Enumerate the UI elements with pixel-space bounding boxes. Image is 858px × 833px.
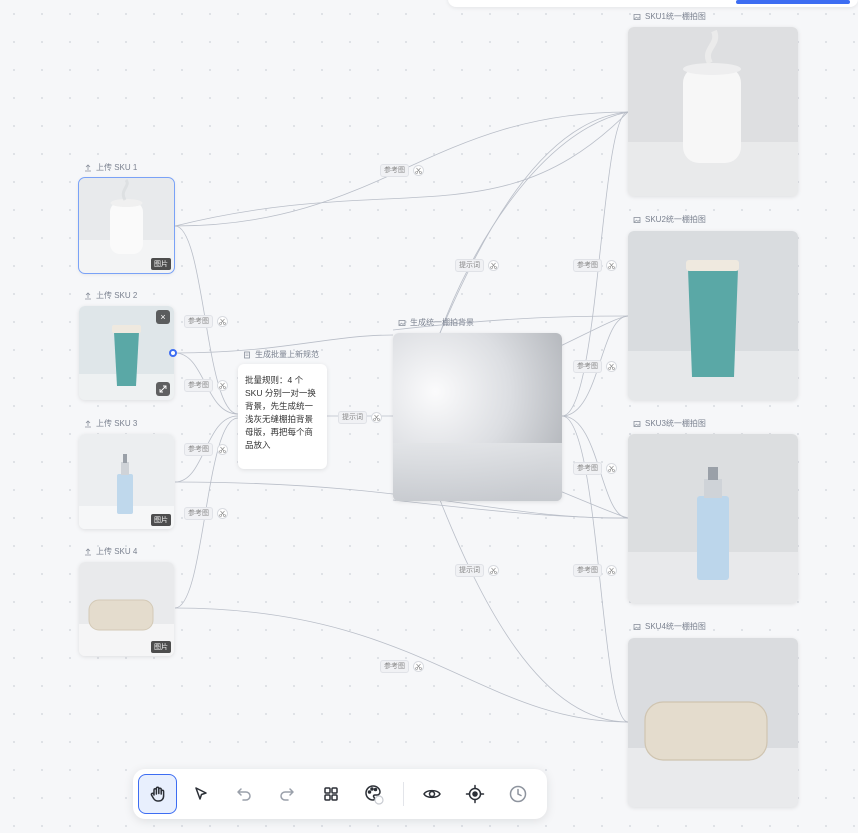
image-gen-icon <box>633 420 641 427</box>
scissors-icon[interactable] <box>606 361 617 372</box>
scissors-icon[interactable] <box>413 661 424 672</box>
speaker-image <box>628 638 798 807</box>
background-node-label: 生成统一棚拍背景 <box>398 317 474 328</box>
perfume-bottle-image <box>628 434 798 603</box>
close-icon[interactable]: × <box>156 310 170 324</box>
edge-label-ref[interactable]: 参考图 <box>380 164 424 177</box>
source-node-label: 上传 SKU 1 <box>84 162 137 173</box>
scissors-icon[interactable] <box>606 260 617 271</box>
output-image-sku1[interactable] <box>628 27 798 196</box>
expand-icon[interactable] <box>156 382 170 396</box>
image-gen-icon <box>633 13 641 20</box>
scissors-icon[interactable] <box>488 565 499 576</box>
undo-button[interactable] <box>224 774 263 814</box>
grid-icon <box>323 787 338 801</box>
hand-icon <box>150 786 164 802</box>
output-node-label: SKU4统一棚拍图 <box>633 621 706 632</box>
redo-button[interactable] <box>268 774 307 814</box>
upload-icon <box>85 419 91 427</box>
palette-icon <box>365 785 384 805</box>
edge-label-ref[interactable]: 参考图 <box>573 564 617 577</box>
edge-label-prompt[interactable]: 提示词 <box>455 259 499 272</box>
image-badge: 图片 <box>151 641 171 653</box>
upload-icon <box>85 547 91 555</box>
edge-label-ref[interactable]: 参考图 <box>184 507 228 520</box>
target-icon <box>465 784 485 804</box>
scissors-icon[interactable] <box>217 380 228 391</box>
output-node-label: SKU3统一棚拍图 <box>633 418 706 429</box>
pointer-icon <box>195 787 207 800</box>
upload-icon <box>85 291 91 299</box>
palette-button[interactable] <box>354 774 393 814</box>
humidifier-image <box>628 27 798 196</box>
locate-button[interactable] <box>456 774 495 814</box>
source-node-label: 上传 SKU 2 <box>84 290 137 301</box>
bottom-toolbar <box>133 769 547 819</box>
edge-label-ref[interactable]: 参考图 <box>380 660 424 673</box>
scissors-icon[interactable] <box>606 565 617 576</box>
redo-icon <box>280 788 295 801</box>
eye-icon <box>423 789 441 799</box>
scissors-icon[interactable] <box>217 444 228 455</box>
connection-handle[interactable] <box>169 349 177 357</box>
rule-text-node[interactable]: 批量规则：4 个 SKU 分别一对一换背景，先生成统一浅灰无缝棚拍背景母版，再把… <box>238 364 327 469</box>
clock-icon <box>510 785 527 803</box>
image-gen-icon <box>633 623 641 630</box>
image-badge: 图片 <box>151 514 171 526</box>
history-button[interactable] <box>499 774 538 814</box>
edge-label-prompt[interactable]: 提示词 <box>455 564 499 577</box>
scissors-icon[interactable] <box>488 260 499 271</box>
select-tool-button[interactable] <box>181 774 220 814</box>
image-gen-icon <box>398 319 406 326</box>
edge-label-ref[interactable]: 参考图 <box>184 315 228 328</box>
output-image-sku2[interactable] <box>628 231 798 400</box>
grid-button[interactable] <box>311 774 350 814</box>
output-node-label: SKU1统一棚拍图 <box>633 11 706 22</box>
output-node-label: SKU2统一棚拍图 <box>633 214 706 225</box>
edge-label-ref[interactable]: 参考图 <box>184 443 228 456</box>
scissors-icon[interactable] <box>606 463 617 474</box>
image-gen-icon <box>633 216 641 223</box>
text-node-label: 生成批量上新规范 <box>243 349 319 360</box>
source-node-label: 上传 SKU 4 <box>84 546 137 557</box>
source-image-perfume[interactable]: 图片 <box>79 434 174 529</box>
source-image-tumbler[interactable]: × <box>79 306 174 400</box>
output-image-sku4[interactable] <box>628 638 798 807</box>
backdrop-image <box>393 333 562 501</box>
source-image-humidifier[interactable]: 图片 <box>78 177 175 274</box>
edge-label-ref[interactable]: 参考图 <box>573 462 617 475</box>
source-image-speaker[interactable]: 图片 <box>79 562 174 656</box>
output-image-sku3[interactable] <box>628 434 798 603</box>
preview-button[interactable] <box>412 774 451 814</box>
edge-label-prompt[interactable]: 提示词 <box>338 411 382 424</box>
edge-label-ref[interactable]: 参考图 <box>184 379 228 392</box>
upload-icon <box>85 163 91 171</box>
hand-tool-button[interactable] <box>138 774 178 814</box>
tumbler-image <box>628 231 798 400</box>
source-node-label: 上传 SKU 3 <box>84 418 137 429</box>
primary-action-fragment[interactable] <box>736 0 850 4</box>
edge-label-ref[interactable]: 参考图 <box>573 360 617 373</box>
scissors-icon[interactable] <box>413 165 424 176</box>
top-panel-fragment <box>448 0 858 7</box>
scissors-icon[interactable] <box>217 316 228 327</box>
document-icon <box>244 351 250 358</box>
background-image[interactable] <box>393 333 562 501</box>
edge-label-ref[interactable]: 参考图 <box>573 259 617 272</box>
toolbar-divider <box>403 782 405 806</box>
image-badge: 图片 <box>151 258 171 270</box>
undo-icon <box>237 788 251 801</box>
rule-text-content: 批量规则：4 个 SKU 分别一对一换背景，先生成统一浅灰无缝棚拍背景母版，再把… <box>245 375 316 450</box>
scissors-icon[interactable] <box>371 412 382 423</box>
scissors-icon[interactable] <box>217 508 228 519</box>
